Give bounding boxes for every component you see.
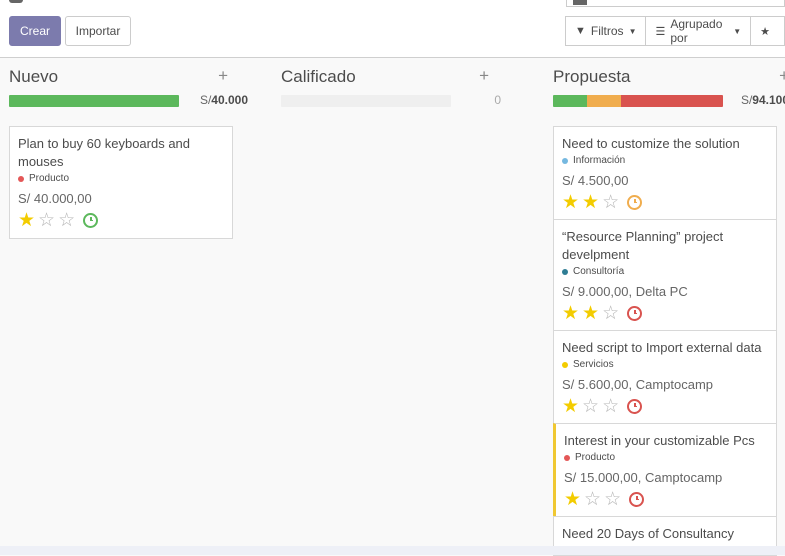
add-icon[interactable]: +: [218, 66, 228, 86]
star-icon[interactable]: ☆: [602, 193, 619, 212]
bars-icon: ☰: [655, 25, 666, 38]
caret-down-icon: ▼: [628, 26, 637, 36]
bottom-scroll-area: [0, 546, 785, 555]
star-icon[interactable]: ★: [18, 211, 35, 230]
create-button[interactable]: Crear: [9, 16, 61, 46]
column-progress-bar[interactable]: [281, 95, 451, 107]
star-icon[interactable]: ☆: [58, 211, 75, 230]
search-facet[interactable]: [573, 0, 587, 5]
star-icon[interactable]: ☆: [38, 211, 55, 230]
card-title: Need to customize the solution: [562, 136, 740, 151]
star-icon[interactable]: ☆: [604, 490, 621, 509]
card-amount: S/ 4.500,00: [562, 173, 629, 188]
tag-label: Información: [573, 155, 626, 166]
star-icon[interactable]: ★: [582, 193, 599, 212]
add-icon[interactable]: +: [779, 66, 785, 86]
favorites-dropdown[interactable]: ★: [750, 16, 785, 46]
activity-clock-icon[interactable]: [627, 194, 643, 210]
star-icon[interactable]: ★: [582, 304, 599, 323]
card-amount: S/ 40.000,00: [18, 191, 92, 206]
priority-stars: ★ ☆ ☆: [564, 489, 768, 509]
tag-color-dot: [564, 455, 570, 461]
card-tag: Producto: [564, 451, 768, 465]
control-panel: Crear Importar ▼ Filtros ▼ ☰ Agrupado po…: [0, 0, 785, 58]
breadcrumb-fragment: [9, 0, 23, 3]
total-currency: S/: [199, 93, 212, 107]
kanban-card[interactable]: “Resource Planning” project develpment Co…: [553, 219, 777, 332]
kanban-column: Calificado +0: [281, 58, 501, 555]
card-tag: Producto: [18, 172, 224, 186]
tag-color-dot: [562, 269, 568, 275]
tag-label: Producto: [29, 173, 70, 184]
progress-segment[interactable]: [9, 95, 179, 107]
filter-icon: ▼: [575, 25, 586, 37]
star-icon[interactable]: ★: [562, 304, 579, 323]
star-icon[interactable]: ★: [564, 490, 581, 509]
kanban-column: Nuevo + S/40.000 Plan to buy 60 keyboards a…: [9, 58, 248, 555]
priority-stars: ★ ★ ☆: [562, 303, 768, 323]
kanban-card[interactable]: Interest in your customizable Pcs Product…: [553, 423, 777, 518]
star-icon[interactable]: ☆: [584, 490, 601, 509]
card-amount: S/ 9.000,00, Delta PC: [562, 284, 688, 299]
filter-bar: ▼ Filtros ▼ ☰ Agrupado por ▼ ★: [565, 16, 785, 46]
caret-down-icon: ▼: [733, 26, 742, 36]
activity-clock-icon[interactable]: [629, 491, 645, 507]
group-by-dropdown[interactable]: ☰ Agrupado por ▼: [645, 16, 752, 46]
card-amount: S/ 5.600,00, Camptocamp: [562, 377, 714, 392]
tag-label: Consultoría: [573, 266, 625, 277]
progress-segment[interactable]: [587, 95, 621, 107]
star-icon[interactable]: ★: [562, 397, 579, 416]
card-tag: Consultoría: [562, 265, 768, 279]
card-title: Need script to Import external data: [562, 340, 762, 355]
total-value: 40.000: [211, 93, 248, 107]
column-total: S/94.100: [741, 93, 785, 107]
tag-label: Producto: [575, 452, 616, 463]
column-progress-bar[interactable]: [553, 95, 723, 107]
progress-segment[interactable]: [621, 95, 723, 107]
card-tag: Servicios: [562, 358, 768, 372]
card-title: “Resource Planning” project develpment: [562, 229, 724, 262]
total-currency: S/: [740, 93, 753, 107]
total-value: 94.100: [752, 93, 785, 107]
import-button[interactable]: Importar: [65, 16, 131, 46]
card-title: Interest in your customizable Pcs: [564, 433, 755, 448]
kanban-card[interactable]: Need script to Import external data Servi…: [553, 330, 777, 425]
column-progress-bar[interactable]: [9, 95, 179, 107]
card-amount: S/ 15.000,00, Camptocamp: [564, 470, 723, 485]
star-icon[interactable]: ☆: [602, 304, 619, 323]
add-icon[interactable]: +: [479, 66, 489, 86]
tag-color-dot: [562, 158, 568, 164]
star-icon[interactable]: ☆: [602, 397, 619, 416]
progress-segment[interactable]: [553, 95, 587, 107]
column-title[interactable]: Propuesta: [553, 67, 631, 87]
kanban-column: Propuesta + S/94.100 Need to customize the …: [553, 58, 785, 556]
filters-label: Filtros: [590, 24, 624, 38]
priority-stars: ★ ★ ☆: [562, 192, 768, 212]
tag-label: Servicios: [573, 359, 614, 370]
activity-clock-icon[interactable]: [627, 305, 643, 321]
tag-color-dot: [562, 362, 568, 368]
star-icon: ★: [760, 25, 770, 38]
card-tag: Información: [562, 154, 768, 168]
column-title[interactable]: Nuevo: [9, 67, 58, 87]
column-title[interactable]: Calificado: [281, 67, 356, 87]
total-value: 0: [494, 93, 501, 107]
priority-stars: ★ ☆ ☆: [18, 210, 224, 230]
activity-clock-icon[interactable]: [627, 398, 643, 414]
kanban-card[interactable]: Plan to buy 60 keyboards and mouses Produ…: [9, 126, 233, 239]
column-total: S/40.000: [200, 93, 248, 107]
card-title: Need 20 Days of Consultancy: [562, 526, 734, 541]
kanban-card[interactable]: Need to customize the solution Informació…: [553, 126, 777, 221]
card-title: Plan to buy 60 keyboards and mouses: [18, 136, 191, 169]
star-icon[interactable]: ☆: [582, 397, 599, 416]
tag-color-dot: [18, 176, 24, 182]
filters-dropdown[interactable]: ▼ Filtros ▼: [565, 16, 647, 46]
group-by-label: Agrupado por: [670, 17, 723, 45]
search-input[interactable]: [566, 0, 785, 7]
activity-clock-icon[interactable]: [83, 212, 99, 228]
star-icon[interactable]: ★: [562, 193, 579, 212]
priority-stars: ★ ☆ ☆: [562, 396, 768, 416]
column-total: 0: [494, 93, 501, 107]
